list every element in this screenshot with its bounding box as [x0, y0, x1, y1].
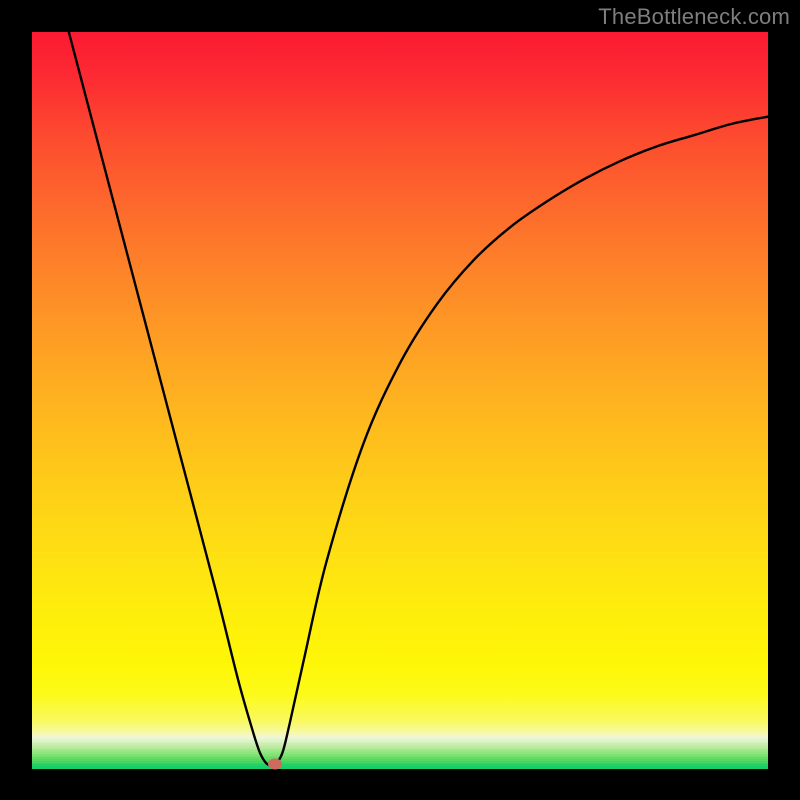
plot-area: [32, 32, 768, 768]
watermark-text: TheBottleneck.com: [598, 4, 790, 30]
optimum-marker-icon: [268, 759, 282, 770]
chart-container: TheBottleneck.com: [0, 0, 800, 800]
curve-svg: [32, 32, 768, 768]
bottleneck-curve-path: [69, 32, 768, 766]
